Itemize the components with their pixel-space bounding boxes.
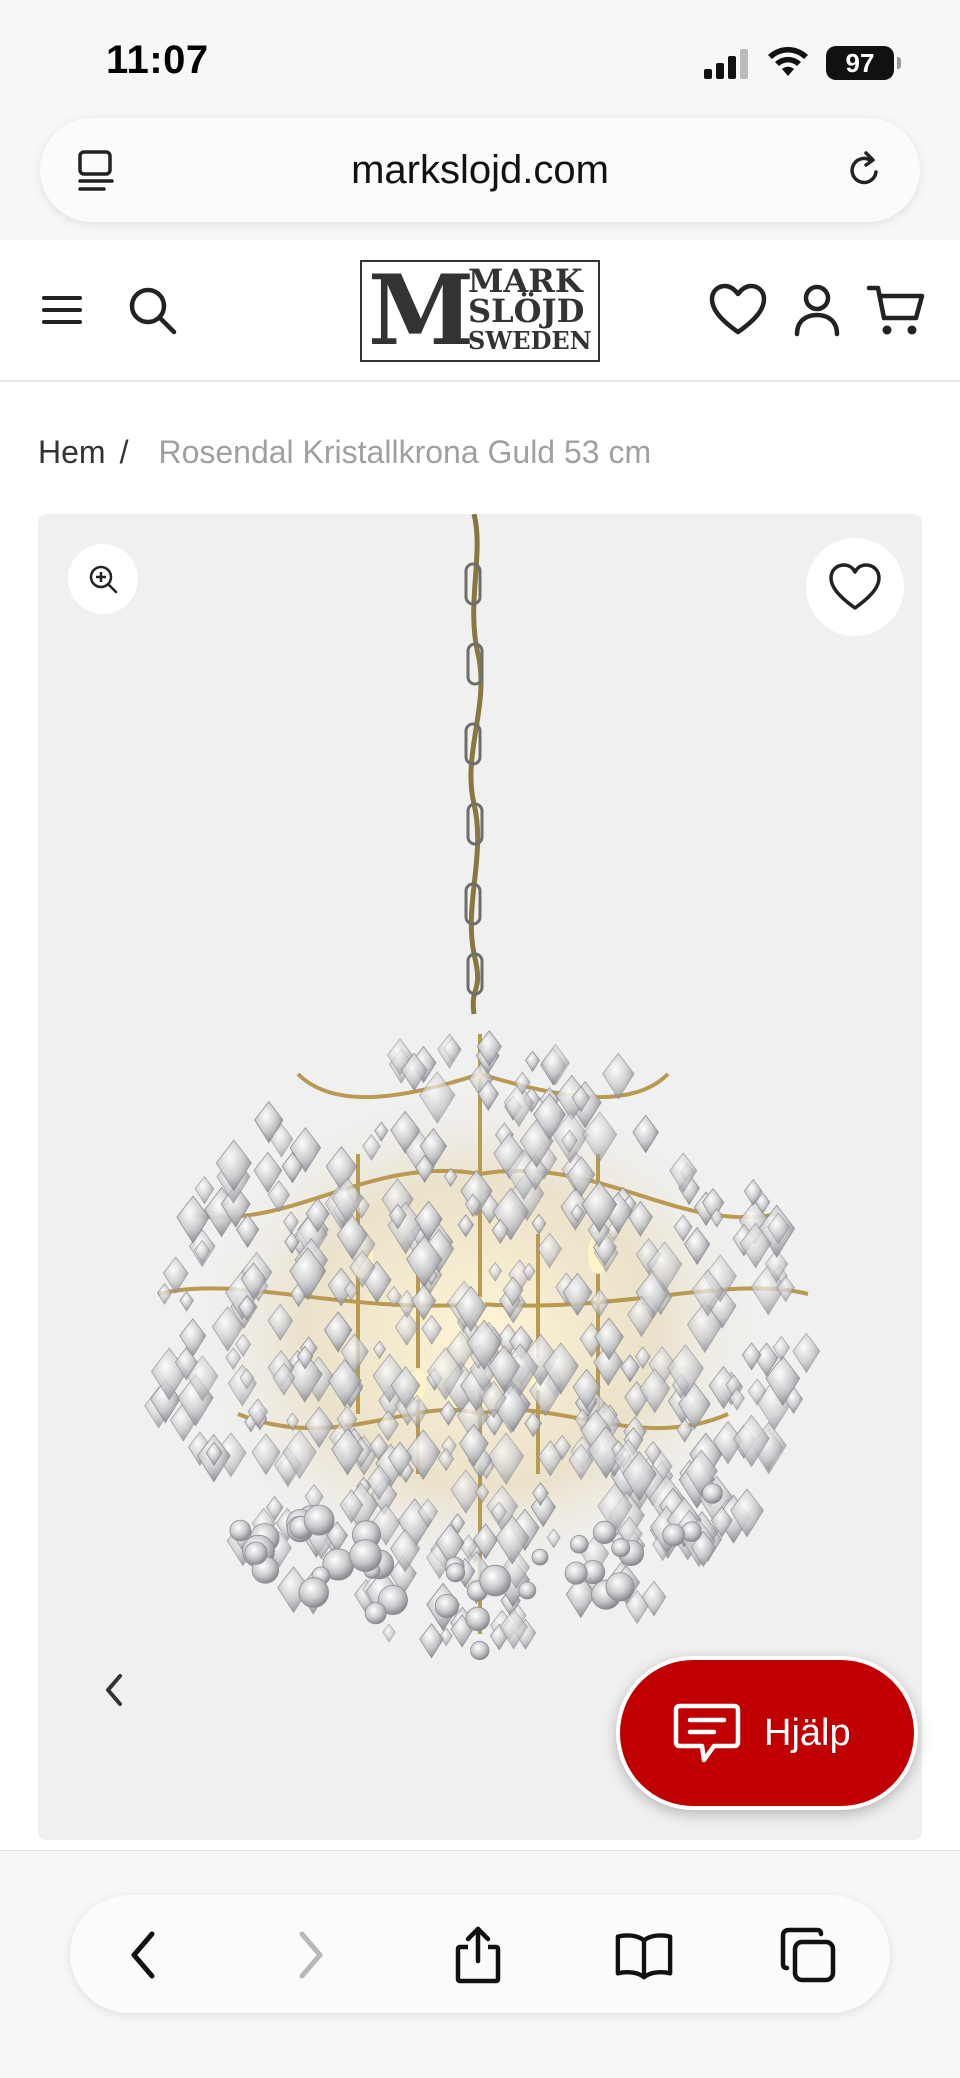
site-header: M MARK SLÖJD SWEDEN — [0, 240, 960, 382]
reload-icon[interactable] — [842, 148, 886, 192]
crystal-pendant — [611, 1538, 631, 1558]
crystal-pendant — [662, 1523, 686, 1547]
crystal-drop — [641, 1580, 667, 1617]
user-account-icon[interactable] — [792, 280, 842, 340]
crystal-pendant — [434, 1594, 459, 1619]
crystal-pendant — [303, 1504, 335, 1536]
tabs-icon — [780, 1927, 836, 1983]
help-label: Hjälp — [764, 1711, 851, 1754]
crystal-pendant — [445, 1562, 466, 1583]
crystal-pendant — [244, 1541, 268, 1565]
breadcrumb-home-link[interactable]: Hem — [38, 434, 106, 471]
breadcrumb-separator: / — [119, 434, 129, 470]
logo-letter: M — [368, 254, 474, 367]
crystal-drop — [419, 1623, 444, 1659]
url-text: markslojd.com — [351, 147, 609, 192]
wishlist-heart-icon[interactable] — [708, 280, 768, 340]
crystal-pendant — [569, 1535, 589, 1554]
crystal-drop — [540, 1043, 570, 1086]
breadcrumb-current: Rosendal Kristallkrona Guld 53 cm — [158, 434, 652, 470]
crystal-pendant — [605, 1572, 635, 1602]
logo-line-3: SWEDEN — [468, 326, 592, 355]
crystal-drop — [525, 1050, 541, 1073]
breadcrumb: Hem / Rosendal Kristallkrona Guld 53 cm — [38, 434, 651, 471]
crystal-pendant — [349, 1539, 382, 1572]
crystal-pendant — [364, 1602, 387, 1625]
site-logo[interactable]: M MARK SLÖJD SWEDEN — [360, 260, 600, 362]
book-icon — [615, 1933, 673, 1980]
forward-chevron-icon — [299, 1931, 323, 1979]
crystal-pendant — [518, 1581, 537, 1600]
crystal-drop — [792, 1332, 821, 1374]
browser-toolbar — [0, 1850, 960, 2078]
heart-icon — [829, 563, 881, 610]
previous-image-arrow-icon[interactable] — [96, 1660, 130, 1720]
crystal-drop — [156, 1283, 173, 1305]
bookmarks-button[interactable] — [614, 1925, 674, 1985]
crystal-pendant — [592, 1520, 617, 1545]
back-chevron-icon — [131, 1931, 155, 1979]
browser-address-area: markslojd.com — [0, 100, 960, 240]
logo-line-2: SLÖJD — [468, 292, 585, 330]
crystal-pendant — [229, 1519, 252, 1542]
status-time: 11:07 — [106, 38, 209, 82]
wifi-icon — [768, 47, 808, 76]
menu-icon[interactable] — [40, 280, 84, 340]
signal-icon — [704, 49, 748, 79]
crystal-pendant — [470, 1640, 490, 1661]
tabs-button[interactable] — [778, 1925, 838, 1985]
status-indicators: 97 — [702, 46, 901, 80]
share-button[interactable] — [448, 1925, 508, 1985]
battery-indicator: 97 — [826, 46, 901, 80]
crystal-pendant — [531, 1548, 549, 1566]
product-image-gallery[interactable] — [38, 514, 922, 1840]
forward-button[interactable] — [280, 1925, 340, 1985]
zoom-button[interactable] — [68, 544, 138, 614]
crystal-drop — [382, 1623, 396, 1643]
add-to-wishlist-button[interactable] — [806, 538, 904, 636]
crystal-pendant — [465, 1606, 490, 1632]
crystal-pendant — [564, 1561, 588, 1585]
address-bar[interactable]: markslojd.com — [40, 118, 920, 222]
search-icon[interactable] — [124, 280, 180, 340]
crystal-pendant — [701, 1483, 723, 1504]
crystal-pendant — [298, 1577, 330, 1608]
chat-message-icon — [673, 1703, 741, 1763]
help-chat-button[interactable]: Hjälp — [616, 1656, 918, 1810]
back-button[interactable] — [114, 1925, 174, 1985]
zoom-in-icon — [89, 565, 118, 594]
crystal-drop — [437, 1033, 462, 1069]
product-image-chandelier — [144, 514, 821, 1661]
cart-icon[interactable] — [866, 280, 926, 340]
share-icon — [455, 1926, 501, 1984]
crystal-pendant — [479, 1564, 512, 1597]
logo-words: MARK SLÖJD SWEDEN — [468, 265, 592, 356]
crystal-drop — [194, 1176, 215, 1205]
toolbar-pill — [70, 1895, 890, 2013]
